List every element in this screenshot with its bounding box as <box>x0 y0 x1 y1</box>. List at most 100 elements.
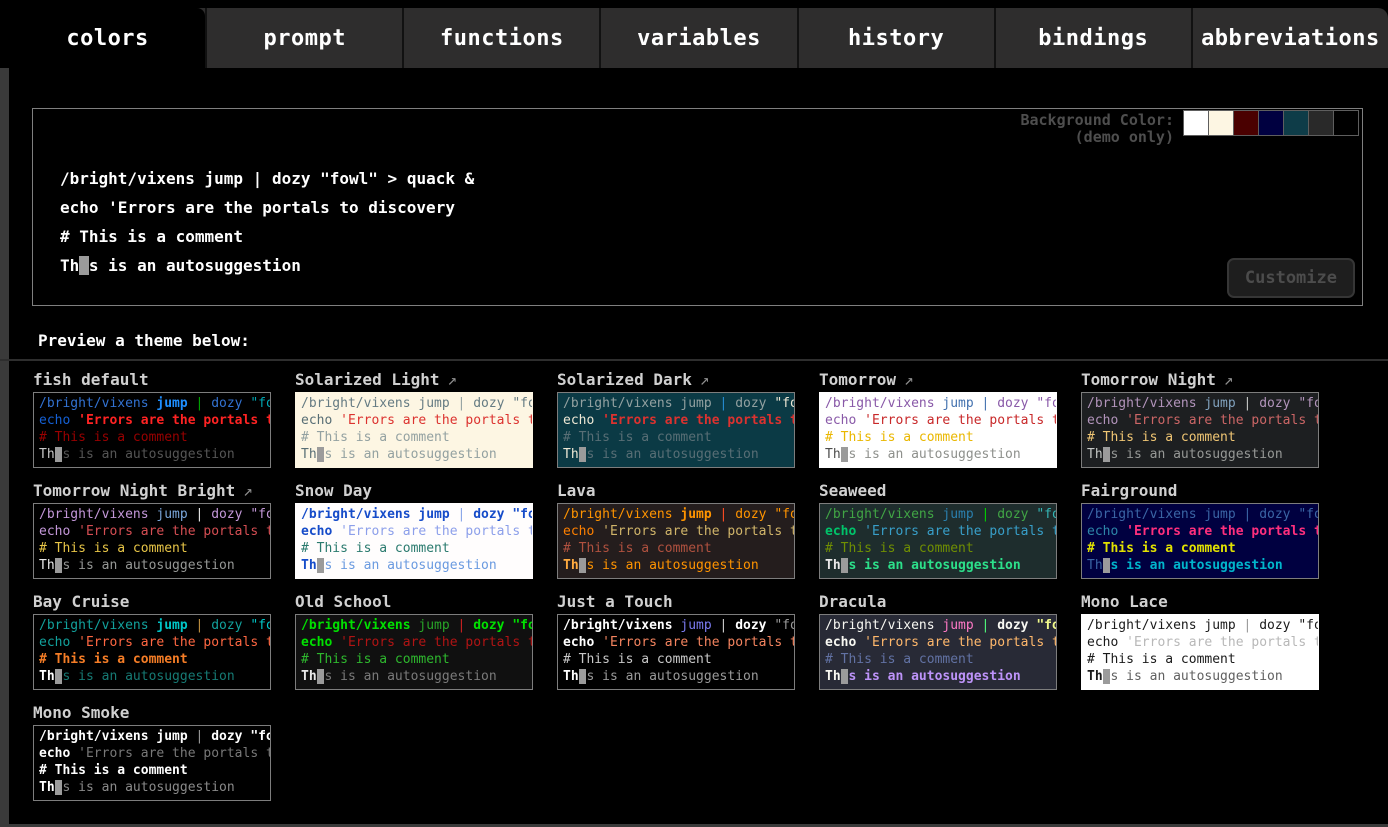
theme-title: Seaweed <box>819 481 1057 501</box>
theme-preview-box[interactable]: /bright/vixens jump | dozy "fowl" > quac… <box>557 614 795 690</box>
code-segment-param: dozy <box>211 729 250 744</box>
code-segment-pipe: | <box>982 507 998 522</box>
sample-line-2: echo 'Errors are the portals to discover… <box>1087 634 1313 651</box>
section-divider <box>0 359 1388 361</box>
code-segment-comment: # This is a comment <box>563 652 712 667</box>
theme-preview-box[interactable]: /bright/vixens jump | dozy "fowl" > quac… <box>33 503 271 579</box>
sample-line-2: echo 'Errors are the portals to discover… <box>825 523 1051 540</box>
code-segment-comment: # This is a comment <box>39 652 188 667</box>
tab-history[interactable]: history <box>797 8 994 68</box>
code-segment-echo: echo <box>563 413 602 428</box>
code-segment-fg: Th <box>825 447 841 462</box>
theme-preview-box[interactable]: /bright/vixens jump | dozy "fowl" > quac… <box>295 614 533 690</box>
code-segment-path: /bright/vixens <box>1087 396 1204 411</box>
code-segment-autosuggestion: s is an autosuggestion <box>586 558 758 573</box>
theme-preview-box[interactable]: /bright/vixens jump | dozy "fowl" > quac… <box>295 503 533 579</box>
code-segment-quote: "fowl" <box>250 396 271 411</box>
theme-preview-box[interactable]: /bright/vixens jump | dozy "fowl" > quac… <box>1081 392 1319 468</box>
code-segment-pipe: | <box>1244 507 1260 522</box>
tab-abbreviations[interactable]: abbreviations <box>1191 8 1388 68</box>
code-segment-pipe: | <box>458 507 474 522</box>
tab-bindings[interactable]: bindings <box>994 8 1191 68</box>
code-segment-error: 'Errors are the portals to discovery <box>602 635 795 650</box>
code-segment-autosuggestion: s is an autosuggestion <box>848 558 1020 573</box>
sample-line-1: /bright/vixens jump | dozy "fowl" > quac… <box>39 395 265 412</box>
code-segment-command: jump <box>156 729 195 744</box>
external-link-icon[interactable]: ↗ <box>448 370 458 389</box>
background-swatch-2[interactable] <box>1208 110 1234 136</box>
sample-line-1: /bright/vixens jump | dozy "fowl" > quac… <box>1087 617 1313 634</box>
sample-line-2: echo 'Errors are the portals to discover… <box>39 745 265 762</box>
sample-line-4: This is an autosuggestion <box>39 557 265 574</box>
code-segment-echo: echo <box>39 635 78 650</box>
code-segment-param: dozy <box>1259 618 1298 633</box>
fish-config-colors-page: { "tabs": [ {"label": "colors", "active"… <box>0 0 1388 827</box>
background-swatch-6[interactable] <box>1308 110 1334 136</box>
external-link-icon[interactable]: ↗ <box>904 370 914 389</box>
theme-preview-box[interactable]: /bright/vixens jump | dozy "fowl" > quac… <box>295 392 533 468</box>
sample-line-4: This is an autosuggestion <box>39 779 265 796</box>
code-segment-error: 'Errors are the portals to discovery <box>340 413 533 428</box>
sample-line-4: This is an autosuggestion <box>301 557 527 574</box>
code-segment-path: /bright/vixens <box>825 618 942 633</box>
code-segment-command: jump <box>418 396 457 411</box>
text-cursor-block: i <box>79 256 89 275</box>
sample-line-2: echo 'Errors are the portals to discover… <box>1087 523 1313 540</box>
tab-functions[interactable]: functions <box>402 8 599 68</box>
theme-preview-box[interactable]: /bright/vixens jump | dozy "fowl" > quac… <box>33 725 271 801</box>
customize-button[interactable]: Customize <box>1227 258 1355 298</box>
theme-preview-box[interactable]: /bright/vixens jump | dozy "fowl" > quac… <box>819 392 1057 468</box>
background-swatch-4[interactable] <box>1258 110 1284 136</box>
code-segment-comment: # This is a comment <box>1087 541 1236 556</box>
sample-line-3: # This is a comment <box>39 429 265 446</box>
sample-line-3: # This is a comment <box>825 429 1051 446</box>
code-segment-error: 'Errors are the portals to discovery <box>864 413 1057 428</box>
code-segment-command: jump <box>156 507 195 522</box>
external-link-icon[interactable]: ↗ <box>700 370 710 389</box>
code-segment-echo: echo <box>39 746 78 761</box>
sample-line-2: echo 'Errors are the portals to discover… <box>301 412 527 429</box>
background-swatch-7[interactable] <box>1333 110 1359 136</box>
theme-preview-box[interactable]: /bright/vixens jump | dozy "fowl" > quac… <box>819 614 1057 690</box>
sample-line-2: echo 'Errors are the portals to discover… <box>60 193 474 222</box>
theme-preview-box[interactable]: /bright/vixens jump | dozy "fowl" > quac… <box>557 503 795 579</box>
sample-line-3: # This is a comment <box>60 222 474 251</box>
code-segment-autosuggestion: s is an autosuggestion <box>848 447 1020 462</box>
code-segment-autosuggestion: s is an autosuggestion <box>1110 447 1282 462</box>
tab-colors[interactable]: colors <box>10 8 205 68</box>
code-segment-fg: Th <box>825 669 841 684</box>
tab-prompt[interactable]: prompt <box>205 8 402 68</box>
background-swatch-1[interactable] <box>1183 110 1209 136</box>
code-segment-error: 'Errors are the portals to discovery <box>1126 524 1319 539</box>
code-segment-param: dozy <box>735 507 774 522</box>
theme-preview-box[interactable]: /bright/vixens jump | dozy "fowl" > quac… <box>33 392 271 468</box>
code-segment-comment: # This is a comment <box>39 541 188 556</box>
code-segment-error: 'Errors are the portals to discovery <box>602 413 795 428</box>
code-segment-quote: "fowl" <box>774 618 795 633</box>
theme-card: Mono Smoke/bright/vixens jump | dozy "fo… <box>33 703 271 801</box>
external-link-icon[interactable]: ↗ <box>243 481 253 500</box>
external-link-icon[interactable]: ↗ <box>1224 370 1234 389</box>
theme-preview-box[interactable]: /bright/vixens jump | dozy "fowl" > quac… <box>557 392 795 468</box>
code-segment-command: jump <box>1204 507 1243 522</box>
code-segment-comment: # This is a comment <box>563 541 712 556</box>
theme-preview-box[interactable]: /bright/vixens jump | dozy "fowl" > quac… <box>1081 614 1319 690</box>
background-swatch-3[interactable] <box>1233 110 1259 136</box>
theme-title: Fairground <box>1081 481 1319 501</box>
sample-line-1: /bright/vixens jump | dozy "fowl" > quac… <box>1087 506 1313 523</box>
sample-line-2: echo 'Errors are the portals to discover… <box>39 412 265 429</box>
code-segment-fg: Th <box>39 558 55 573</box>
tab-variables[interactable]: variables <box>599 8 796 68</box>
code-segment-quote: "fowl" <box>250 729 271 744</box>
sample-line-1: /bright/vixens jump | dozy "fowl" > quac… <box>39 506 265 523</box>
theme-preview-box[interactable]: /bright/vixens jump | dozy "fowl" > quac… <box>819 503 1057 579</box>
code-segment-command: jump <box>205 169 253 188</box>
code-segment-path: /bright/vixens <box>563 396 680 411</box>
code-segment-path: /bright/vixens <box>301 618 418 633</box>
theme-preview-box[interactable]: /bright/vixens jump | dozy "fowl" > quac… <box>33 614 271 690</box>
sample-line-4: This is an autosuggestion <box>563 557 789 574</box>
code-segment-error: 'Errors are the portals to discovery <box>1126 413 1319 428</box>
code-segment-echo: echo <box>301 413 340 428</box>
theme-preview-box[interactable]: /bright/vixens jump | dozy "fowl" > quac… <box>1081 503 1319 579</box>
background-swatch-5[interactable] <box>1283 110 1309 136</box>
